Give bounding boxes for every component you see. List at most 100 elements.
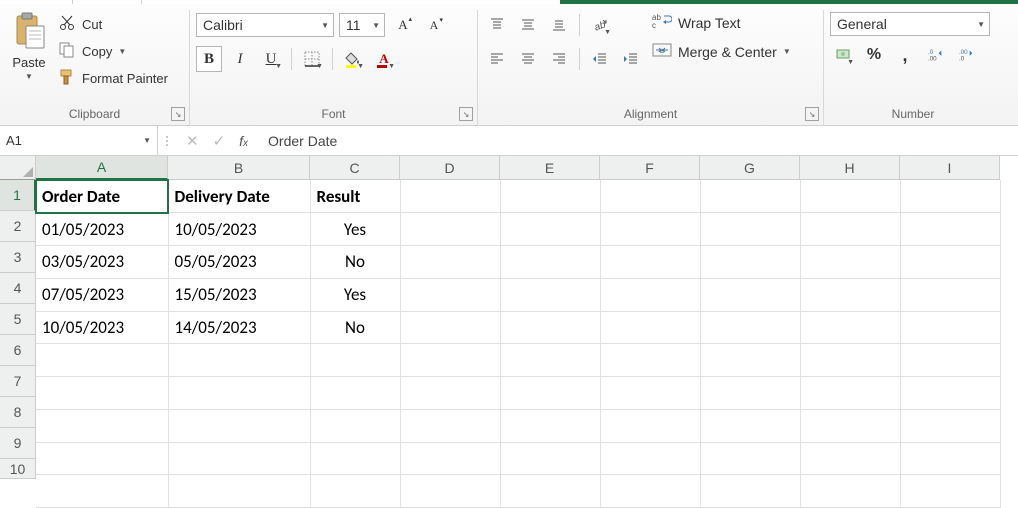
cell[interactable] xyxy=(600,311,700,344)
cell[interactable] xyxy=(800,180,900,213)
cell[interactable] xyxy=(700,377,800,410)
cell[interactable] xyxy=(900,409,1000,442)
chevron-down-icon[interactable]: ▼ xyxy=(118,47,126,56)
cell[interactable] xyxy=(800,213,900,246)
accounting-format-button[interactable]: ▼ xyxy=(830,42,856,68)
italic-button[interactable]: I xyxy=(227,46,253,72)
cell-A3[interactable]: 03/05/2023 xyxy=(36,246,168,279)
cell[interactable] xyxy=(800,278,900,311)
cell[interactable] xyxy=(900,475,1000,508)
cell[interactable] xyxy=(168,442,310,475)
cell[interactable] xyxy=(900,344,1000,377)
copy-button[interactable]: Copy ▼ xyxy=(58,41,168,62)
cell[interactable] xyxy=(700,213,800,246)
row-header[interactable]: 7 xyxy=(0,366,36,397)
cell[interactable] xyxy=(400,409,500,442)
cell[interactable] xyxy=(400,311,500,344)
font-name-selector[interactable]: Calibri▼ xyxy=(196,13,334,37)
bold-button[interactable]: B xyxy=(196,46,222,72)
cell[interactable] xyxy=(700,344,800,377)
cell[interactable] xyxy=(500,442,600,475)
merge-center-button[interactable]: a Merge & Center ▼ xyxy=(652,41,791,62)
cell-B3[interactable]: 05/05/2023 xyxy=(168,246,310,279)
cell[interactable] xyxy=(500,180,600,213)
cell[interactable] xyxy=(310,475,400,508)
align-left-button[interactable] xyxy=(484,46,510,72)
wrap-text-button[interactable]: abc Wrap Text xyxy=(652,12,791,33)
cell-C4[interactable]: Yes xyxy=(310,278,400,311)
cell[interactable] xyxy=(500,475,600,508)
cell[interactable] xyxy=(900,311,1000,344)
column-header[interactable]: I xyxy=(900,156,1000,180)
cell[interactable] xyxy=(500,377,600,410)
chevron-down-icon[interactable]: ▼ xyxy=(143,136,151,145)
column-header[interactable]: F xyxy=(600,156,700,180)
cell-A5[interactable]: 10/05/2023 xyxy=(36,311,168,344)
cell[interactable] xyxy=(600,344,700,377)
decrease-decimal-button[interactable]: .00.0 xyxy=(954,42,980,68)
cell[interactable] xyxy=(36,475,168,508)
cell[interactable] xyxy=(600,278,700,311)
paste-button[interactable]: Paste ▼ xyxy=(6,10,52,83)
font-color-button[interactable]: A▼ xyxy=(371,46,397,72)
cell-C3[interactable]: No xyxy=(310,246,400,279)
cell[interactable] xyxy=(900,213,1000,246)
row-header[interactable]: 2 xyxy=(0,211,36,242)
cell[interactable] xyxy=(400,377,500,410)
underline-button[interactable]: U▼ xyxy=(258,46,284,72)
cell-B1[interactable]: Delivery Date xyxy=(168,180,310,213)
cell-A4[interactable]: 07/05/2023 xyxy=(36,278,168,311)
cell[interactable] xyxy=(168,377,310,410)
cell[interactable] xyxy=(800,409,900,442)
cell[interactable] xyxy=(400,475,500,508)
cell[interactable] xyxy=(600,377,700,410)
cell[interactable] xyxy=(400,213,500,246)
cell-C5[interactable]: No xyxy=(310,311,400,344)
cell[interactable] xyxy=(900,377,1000,410)
cell[interactable] xyxy=(400,344,500,377)
cell[interactable] xyxy=(700,442,800,475)
orientation-button[interactable]: ab▼ xyxy=(587,12,613,38)
cell[interactable] xyxy=(800,311,900,344)
cell[interactable] xyxy=(600,475,700,508)
select-all-corner[interactable] xyxy=(0,156,36,180)
cut-button[interactable]: Cut xyxy=(58,14,168,35)
cell[interactable] xyxy=(310,377,400,410)
align-middle-button[interactable] xyxy=(515,12,541,38)
cell[interactable] xyxy=(800,344,900,377)
align-center-button[interactable] xyxy=(515,46,541,72)
cell[interactable] xyxy=(700,311,800,344)
cell[interactable] xyxy=(700,475,800,508)
cell[interactable] xyxy=(700,278,800,311)
dialog-launcher-font[interactable] xyxy=(459,107,473,121)
row-header[interactable]: 9 xyxy=(0,428,36,459)
cell[interactable] xyxy=(310,442,400,475)
cell[interactable] xyxy=(900,278,1000,311)
dialog-launcher-alignment[interactable] xyxy=(805,107,819,121)
borders-button[interactable]: ▼ xyxy=(299,46,325,72)
row-header[interactable]: 6 xyxy=(0,335,36,366)
cell[interactable] xyxy=(500,344,600,377)
cell[interactable] xyxy=(600,213,700,246)
cell[interactable] xyxy=(310,409,400,442)
row-header[interactable]: 10 xyxy=(0,459,36,479)
cell[interactable] xyxy=(400,278,500,311)
increase-decimal-button[interactable]: .0.00 xyxy=(923,42,949,68)
formula-input[interactable]: Order Date xyxy=(258,133,1018,149)
cell[interactable] xyxy=(700,180,800,213)
formula-bar-grip[interactable] xyxy=(158,136,176,146)
cell[interactable] xyxy=(600,409,700,442)
column-header[interactable]: A xyxy=(36,156,168,180)
fill-color-button[interactable]: ▼ xyxy=(340,46,366,72)
align-top-button[interactable] xyxy=(484,12,510,38)
cell[interactable] xyxy=(168,409,310,442)
cell[interactable] xyxy=(36,409,168,442)
row-header[interactable]: 4 xyxy=(0,273,36,304)
cell-B2[interactable]: 10/05/2023 xyxy=(168,213,310,246)
row-header[interactable]: 8 xyxy=(0,397,36,428)
row-header[interactable]: 5 xyxy=(0,304,36,335)
decrease-indent-button[interactable] xyxy=(587,46,613,72)
cell-A1[interactable]: Order Date xyxy=(36,180,168,213)
increase-font-size-button[interactable]: A▴ xyxy=(390,12,416,38)
cell[interactable] xyxy=(36,377,168,410)
